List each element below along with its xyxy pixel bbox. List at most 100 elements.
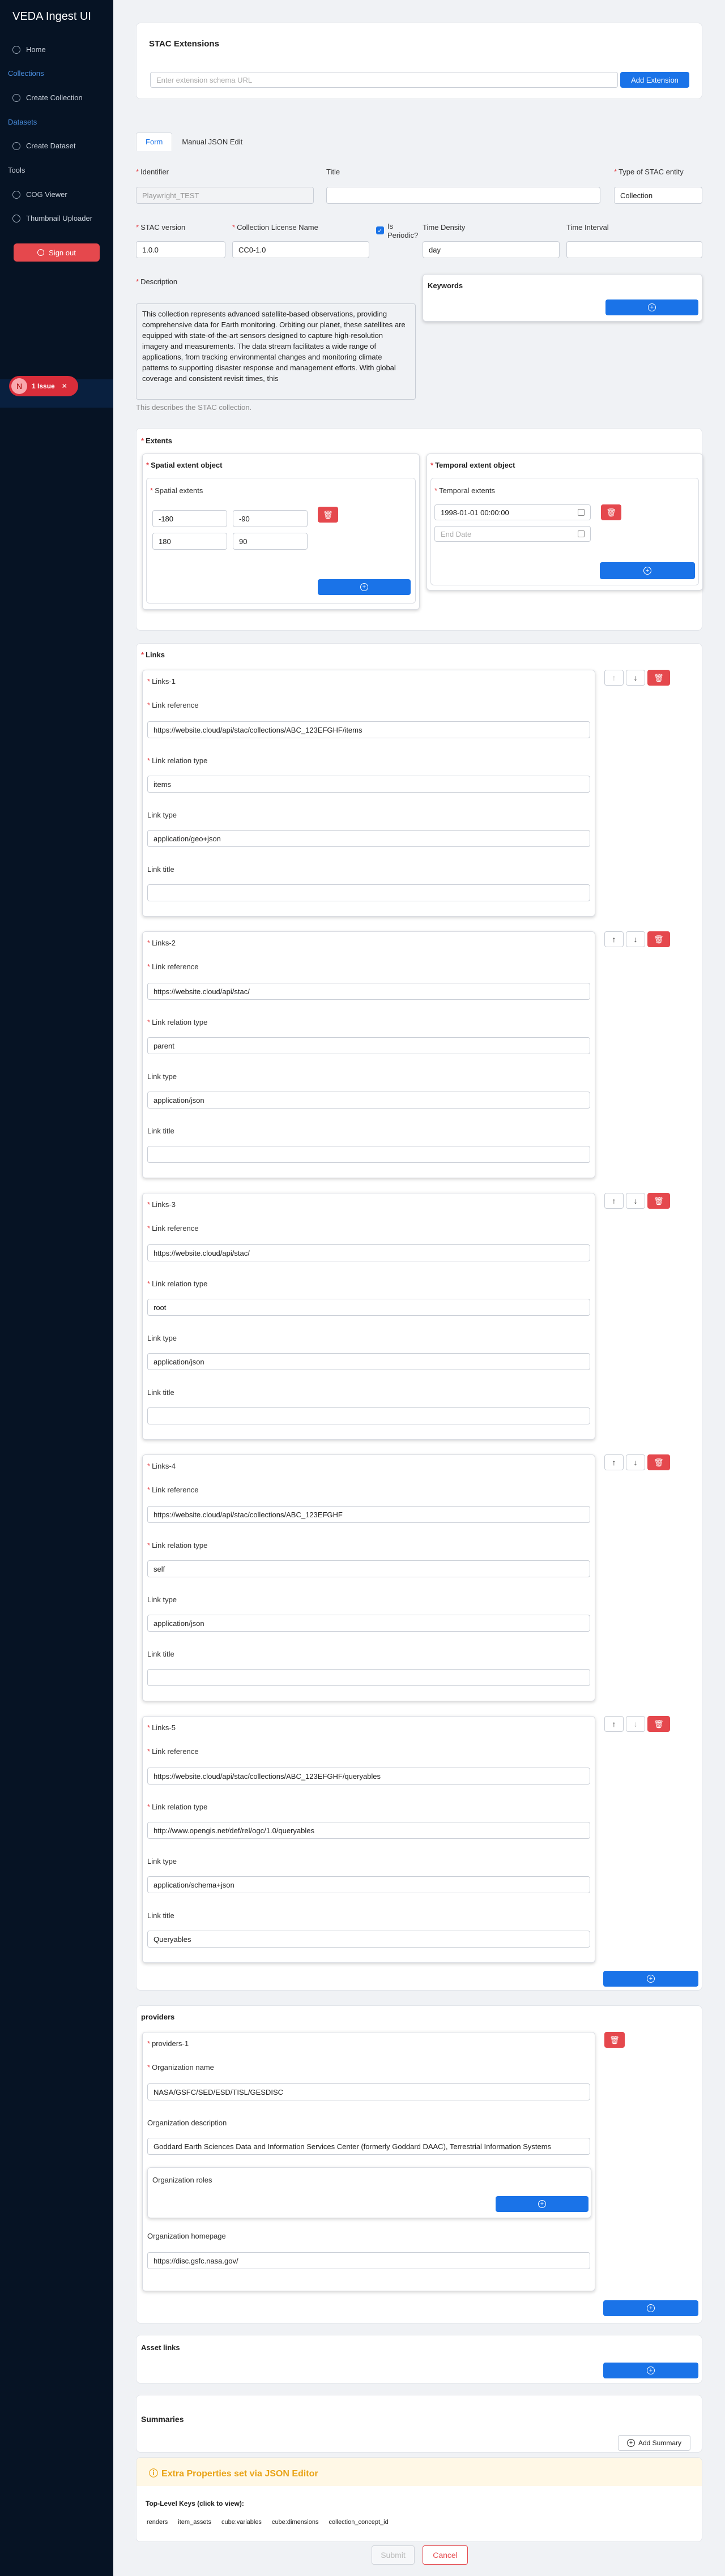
link-type-input[interactable]: application/json [147,1615,590,1632]
sidebar-item-home[interactable]: Home [12,45,46,54]
add-summary-button[interactable]: + Add Summary [618,2435,690,2451]
delete-temporal-button[interactable]: 🗑 [601,504,621,520]
license-input[interactable]: CC0-1.0 [232,241,369,258]
move-up-button[interactable]: ↑ [604,1193,624,1209]
organization-name-input[interactable]: NASA/GSFC/SED/ESD/TISL/GESDISC [147,2083,590,2100]
sidebar-item-create-collection[interactable]: Create Collection [12,93,83,102]
move-down-button[interactable]: ↓ [626,1454,645,1470]
organization-description-input[interactable]: Goddard Earth Sciences Data and Informat… [147,2138,590,2155]
delete-link-button[interactable]: 🗑 [647,931,670,947]
top-level-keys-list: renders item_assets cube:variables cube:dim… [147,2517,399,2526]
delete-link-button[interactable]: 🗑 [647,670,670,686]
link-rel-input[interactable]: self [147,1560,590,1577]
link-type-input[interactable]: application/json [147,1092,590,1109]
link-href-input[interactable]: https://website.cloud/api/stac/collectio… [147,1506,590,1523]
arrow-down-icon: ↓ [633,1196,638,1205]
top-level-key[interactable]: collection_concept_id [329,2519,389,2526]
description-textarea[interactable]: This collection represents advanced sate… [136,303,416,400]
link-href-input[interactable]: https://website.cloud/api/stac/ [147,983,590,1000]
plus-icon: + [647,2367,655,2374]
delete-link-button[interactable]: 🗑 [647,1454,670,1470]
arrow-down-icon: ↓ [633,1458,638,1467]
sidebar-item-cog-viewer[interactable]: COG Viewer [12,190,67,199]
link-title-input[interactable] [147,1146,590,1163]
sign-out-button[interactable]: Sign out [14,243,100,262]
time-density-input[interactable]: day [423,241,560,258]
spatial-extent-card: * Spatial extent object * Spatial extents … [142,453,420,610]
link-rel-input[interactable]: http://www.opengis.net/def/rel/ogc/1.0/q… [147,1822,590,1839]
add-temporal-extent-button[interactable]: + [600,562,695,579]
title-input[interactable] [326,187,600,204]
sidebar-item-thumbnail-uploader[interactable]: Thumbnail Uploader [12,214,92,222]
sidebar-section-collections[interactable]: Collections [8,69,44,78]
delete-link-button[interactable]: 🗑 [647,1716,670,1732]
stac-version-input[interactable]: 1.0.0 [136,241,225,258]
add-keyword-button[interactable]: + [605,299,698,315]
delete-link-button[interactable]: 🗑 [647,1193,670,1209]
stac-extensions-card: STAC Extensions Enter extension schema U… [136,23,702,99]
add-asset-link-button[interactable]: + [603,2363,698,2378]
move-up-button[interactable]: ↑ [604,931,624,947]
delete-provider-button[interactable]: 🗑 [604,2032,625,2048]
bbox-north-input[interactable]: 90 [233,533,308,550]
links-card: * Links * Links-1 * Link reference https://we… [136,643,702,1991]
bbox-east-input[interactable]: 180 [152,533,227,550]
add-role-button[interactable]: + [496,2196,588,2212]
add-spatial-extent-button[interactable]: + [318,579,411,595]
link-href-input[interactable]: https://website.cloud/api/stac/ [147,1244,590,1261]
link-item: * Links-3 * Link reference https://website.c… [142,1193,595,1440]
link-href-input[interactable]: https://website.cloud/api/stac/collectio… [147,1768,590,1785]
extents-title: * Extents [141,437,173,445]
type-input[interactable]: Collection [614,187,702,204]
link-rel-input[interactable]: root [147,1299,590,1316]
time-interval-input[interactable] [566,241,702,258]
arrow-up-icon: ↑ [612,1196,616,1205]
bbox-south-input[interactable]: -90 [233,510,308,527]
plus-icon: + [360,583,368,591]
link-title-input[interactable] [147,1669,590,1686]
add-extension-button[interactable]: Add Extension [620,72,689,88]
top-level-key[interactable]: cube:dimensions [272,2519,319,2526]
submit-button[interactable]: Submit [372,2545,415,2565]
sidebar-item-create-dataset[interactable]: Create Dataset [12,142,75,150]
move-down-button[interactable]: ↓ [626,931,645,947]
link-title-input[interactable]: Queryables [147,1931,590,1948]
organization-homepage-input[interactable]: https://disc.gsfc.nasa.gov/ [147,2252,590,2269]
link-href-input[interactable]: https://website.cloud/api/stac/collectio… [147,721,590,738]
arrow-down-icon: ↓ [633,673,638,682]
link-type-input[interactable]: application/schema+json [147,1876,590,1893]
top-level-key[interactable]: cube:variables [221,2519,262,2526]
top-level-key[interactable]: renders [147,2519,168,2526]
move-down-button[interactable]: ↓ [626,1716,645,1732]
end-date-input[interactable]: End Date [434,526,591,542]
link-rel-input[interactable]: parent [147,1037,590,1054]
link-title-input[interactable] [147,1407,590,1424]
link-type-input[interactable]: application/geo+json [147,830,590,847]
delete-bbox-button[interactable]: 🗑 [318,507,338,523]
close-icon[interactable]: ✕ [62,382,67,390]
periodic-checkbox[interactable]: ✓ [376,226,384,234]
move-up-button[interactable]: ↑ [604,1454,624,1470]
cancel-button[interactable]: Cancel [423,2545,468,2565]
provider-item: * providers-1 * Organization name NASA/GSF… [142,2032,595,2291]
identifier-input: Playwright_TEST [136,187,314,204]
tab-manual-json[interactable]: Manual JSON Edit [172,132,252,151]
extension-url-input[interactable]: Enter extension schema URL [150,72,618,88]
top-level-key[interactable]: item_assets [178,2519,211,2526]
providers-card: providers * providers-1 * Organization nam… [136,2005,702,2323]
issues-badge[interactable]: N1 Issue ✕ [9,376,78,396]
move-up-button[interactable]: ↑ [604,1716,624,1732]
link-type-input[interactable]: application/json [147,1353,590,1370]
sidebar-section-datasets[interactable]: Datasets [8,118,37,126]
start-date-input[interactable]: 1998-01-01 00:00:00 [434,504,591,520]
move-up-button[interactable]: ↑ [604,670,624,686]
bbox-west-input[interactable]: -180 [152,510,227,527]
move-down-button[interactable]: ↓ [626,1193,645,1209]
link-rel-input[interactable]: items [147,776,590,793]
move-down-button[interactable]: ↓ [626,670,645,686]
add-link-button[interactable]: + [603,1971,698,1987]
link-title-input[interactable] [147,884,590,901]
add-provider-button[interactable]: + [603,2300,698,2316]
arrow-down-icon: ↓ [633,935,638,944]
tab-form[interactable]: Form [136,132,173,151]
